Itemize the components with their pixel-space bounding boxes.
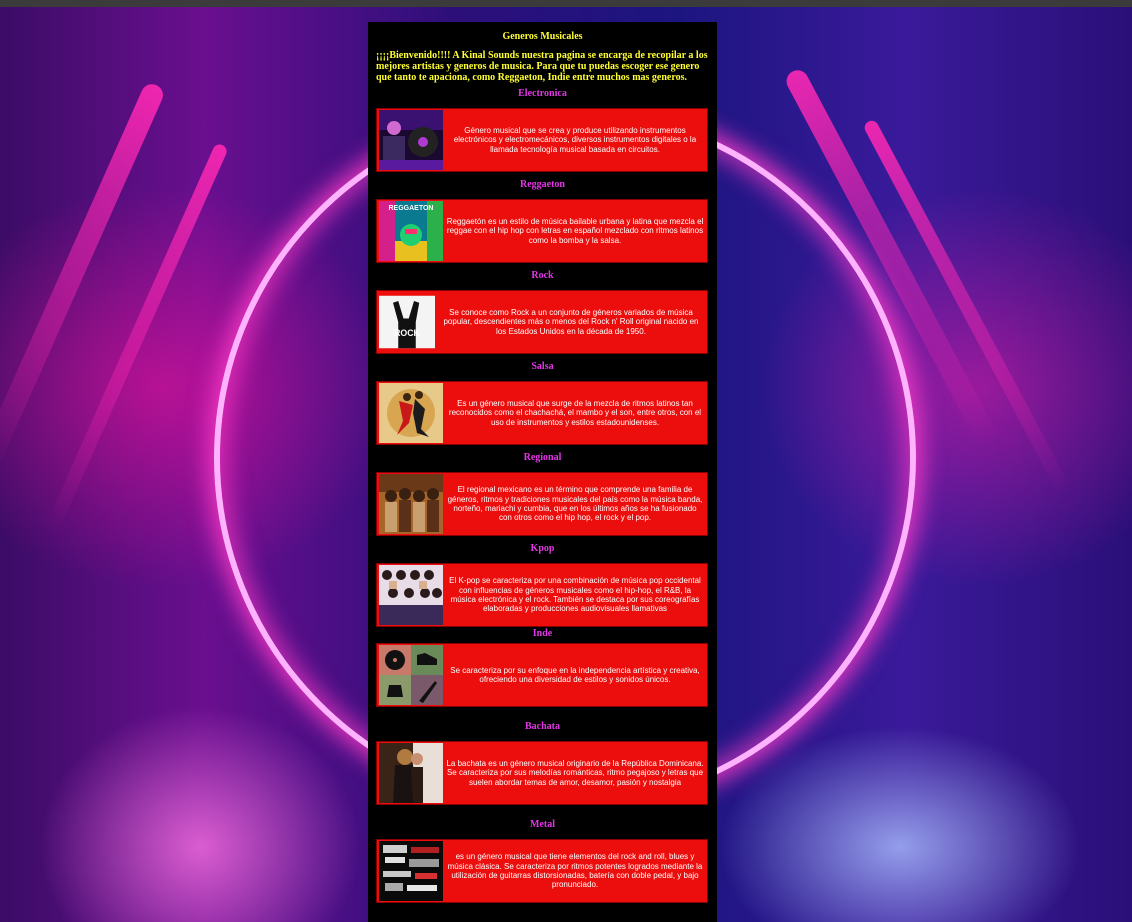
genre-description-bachata: La bachata es un género musical originar… xyxy=(446,759,704,787)
genre-title-rock: Rock xyxy=(531,270,554,281)
bachata-couple-image xyxy=(379,743,443,803)
genre-title-metal: Metal xyxy=(530,819,555,830)
genre-card-reggaeton: REGGAETON Reggaetón es un estilo de músi… xyxy=(376,199,708,263)
rock-hand-image: ROCK xyxy=(379,295,435,349)
neon-streak xyxy=(0,80,167,474)
genre-title-inde: Inde xyxy=(532,628,553,639)
genre-title-bachata: Bachata xyxy=(525,721,560,732)
neon-streak xyxy=(45,142,229,532)
genre-title-electronica: Electronica xyxy=(518,88,567,99)
content-panel: Generos Musicales ¡¡¡¡Bienvenido!!!! A K… xyxy=(368,22,717,922)
reggaeton-cover-image: REGGAETON xyxy=(379,201,443,261)
genre-card-inde: Se caracteriza por su enfoque en la inde… xyxy=(376,643,708,707)
genre-card-rock: ROCK Se conoce como Rock a un conjunto d… xyxy=(376,290,708,354)
genre-description-electronica: Género musical que se crea y produce uti… xyxy=(453,126,697,154)
genre-title-salsa: Salsa xyxy=(531,361,554,372)
genre-description-regional: El regional mexicano es un término que c… xyxy=(447,485,703,523)
intro-text: ¡¡¡¡Bienvenido!!!! A Kinal Sounds nuestr… xyxy=(376,50,708,83)
browser-top-bar xyxy=(0,0,1132,7)
electronica-dj-image xyxy=(379,110,443,170)
regional-band-image xyxy=(379,474,443,534)
genre-card-bachata: La bachata es un género musical originar… xyxy=(376,741,708,805)
salsa-dancers-image xyxy=(379,383,443,443)
genre-card-salsa: Es un género musical que surge de la mez… xyxy=(376,381,708,445)
genre-card-kpop: El K-pop se caracteriza por una combinac… xyxy=(376,563,708,627)
genre-description-reggaeton: Reggaetón es un estilo de música bailabl… xyxy=(446,217,704,245)
genre-description-kpop: El K-pop se caracteriza por una combinac… xyxy=(449,576,701,614)
kpop-group-image xyxy=(379,565,443,625)
genre-title-kpop: Kpop xyxy=(530,543,555,554)
genre-title-regional: Regional xyxy=(523,452,562,463)
genre-description-salsa: Es un género musical que surge de la mez… xyxy=(448,399,702,427)
genre-title-reggaeton: Reggaeton xyxy=(520,179,565,190)
genre-card-electronica: Género musical que se crea y produce uti… xyxy=(376,108,708,172)
genre-description-rock: Se conoce como Rock a un conjunto de gén… xyxy=(443,308,699,336)
reggaeton-cover-text: REGGAETON xyxy=(389,205,434,212)
page-title: Generos Musicales xyxy=(502,31,583,42)
genre-card-metal: es un género musical que tiene elementos… xyxy=(376,839,708,903)
rock-image-text: ROCK xyxy=(394,328,420,338)
genre-card-regional: El regional mexicano es un término que c… xyxy=(376,472,708,536)
indie-collage-image xyxy=(379,645,443,705)
genre-description-metal: es un género musical que tiene elementos… xyxy=(447,852,703,890)
genre-description-inde: Se caracteriza por su enfoque en la inde… xyxy=(450,665,700,684)
metal-logos-image xyxy=(379,841,443,901)
